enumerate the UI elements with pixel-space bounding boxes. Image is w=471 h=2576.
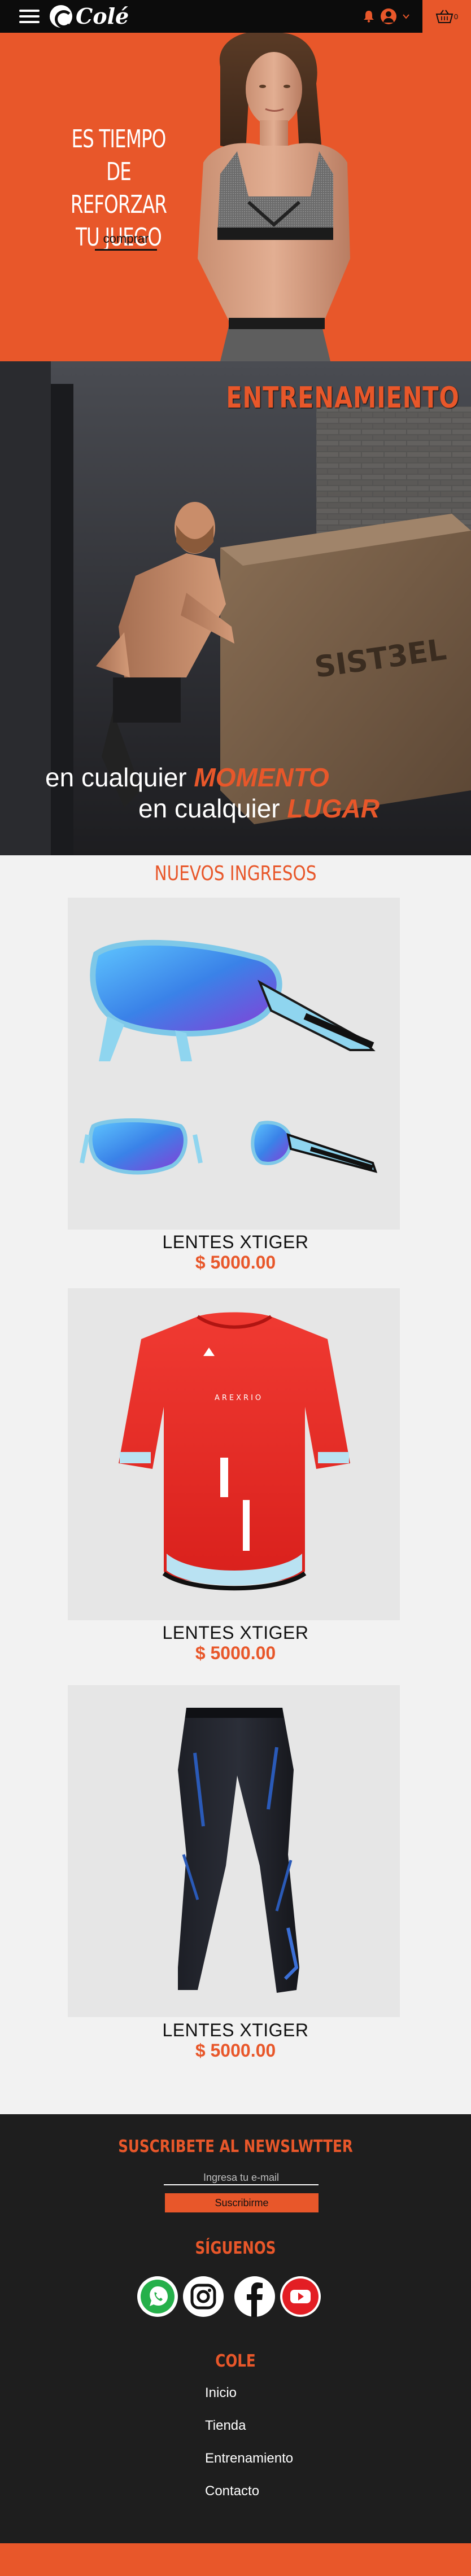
newsletter-title: SUSCRIBETE AL NEWSLWTTER: [118, 2137, 353, 2157]
footer-link-entrenamiento[interactable]: Entrenamiento: [205, 2451, 293, 2466]
entrenamiento-headline: ENTRENAMIENTO: [226, 381, 460, 415]
user-account-icon[interactable]: [381, 8, 396, 24]
comprar-link[interactable]: comprar: [95, 231, 157, 251]
tagline-emphasis: MOMENTO: [194, 763, 329, 792]
brand-logo[interactable]: Colé: [50, 3, 129, 29]
hero-banner-entrenamiento: SIST3EL ENTRENAMIENTO en cualquier MOMEN…: [0, 361, 471, 855]
footer-links-title: COLE: [215, 2351, 256, 2371]
svg-text:AREXRIO: AREXRIO: [215, 1394, 263, 1402]
instagram-icon[interactable]: [182, 2275, 225, 2318]
product-price: $ 5000.00: [195, 2040, 276, 2061]
tagline-momento: en cualquier MOMENTO: [45, 762, 329, 793]
footer: SUSCRIBETE AL NEWSLWTTER Suscribirme SÍG…: [0, 2114, 471, 2543]
product-image-tights[interactable]: [68, 1685, 400, 2017]
hamburger-menu-icon[interactable]: [19, 8, 40, 25]
hero-banner-reforzar: ES TIEMPO DE REFORZAR TU JUEGO comprar: [0, 33, 471, 361]
product-name[interactable]: LENTES XTIGER: [0, 1622, 471, 1643]
newsletter-email-input[interactable]: [164, 2171, 319, 2185]
product-price: $ 5000.00: [195, 1252, 276, 1272]
top-navigation-bar: Colé 0: [0, 0, 471, 33]
shopping-basket-icon: [435, 10, 453, 23]
facebook-icon[interactable]: [233, 2275, 276, 2318]
cart-count-badge: 0: [453, 12, 459, 21]
footer-link-contacto[interactable]: Contacto: [205, 2483, 259, 2499]
follow-us-title: SÍGUENOS: [195, 2238, 276, 2258]
hero-title-line: DE REFORZAR: [70, 158, 167, 219]
youtube-icon[interactable]: [279, 2275, 322, 2318]
new-arrivals-title: NUEVOS INGRESOS: [154, 862, 317, 885]
cart-button[interactable]: 0: [422, 0, 471, 33]
chevron-down-icon[interactable]: [403, 13, 409, 20]
tagline-prefix: en cualquier: [45, 763, 194, 792]
bottom-accent-bar: [0, 2543, 471, 2576]
subscribe-button[interactable]: Suscribirme: [165, 2193, 319, 2212]
tagline-emphasis: LUGAR: [287, 794, 380, 823]
hero-title-line: ES TIEMPO: [71, 125, 166, 154]
tagline-prefix: en cualquier: [138, 794, 287, 823]
compression-tights-image: [178, 1708, 299, 1993]
product-name[interactable]: LENTES XTIGER: [0, 1232, 471, 1252]
notification-bell-icon[interactable]: [363, 10, 374, 23]
cycling-jersey-image: AREXRIO: [119, 1312, 350, 1591]
product-image-jersey[interactable]: AREXRIO: [68, 1288, 400, 1620]
logo-mark-icon: [50, 5, 73, 28]
tagline-lugar: en cualquier LUGAR: [138, 793, 380, 824]
product-name[interactable]: LENTES XTIGER: [0, 2020, 471, 2040]
footer-link-inicio[interactable]: Inicio: [205, 2385, 237, 2401]
athlete-woman-image: [198, 33, 350, 361]
sunglasses-image: [80, 939, 378, 1175]
footer-link-tienda[interactable]: Tienda: [205, 2418, 246, 2434]
whatsapp-icon[interactable]: [136, 2275, 179, 2318]
page: Colé 0 ES TIEMPO DE REFORZAR TU JUEGO co…: [0, 0, 471, 2576]
product-image-sunglasses[interactable]: [68, 898, 400, 1230]
product-price: $ 5000.00: [195, 1643, 276, 1663]
logo-text: Colé: [76, 3, 129, 29]
